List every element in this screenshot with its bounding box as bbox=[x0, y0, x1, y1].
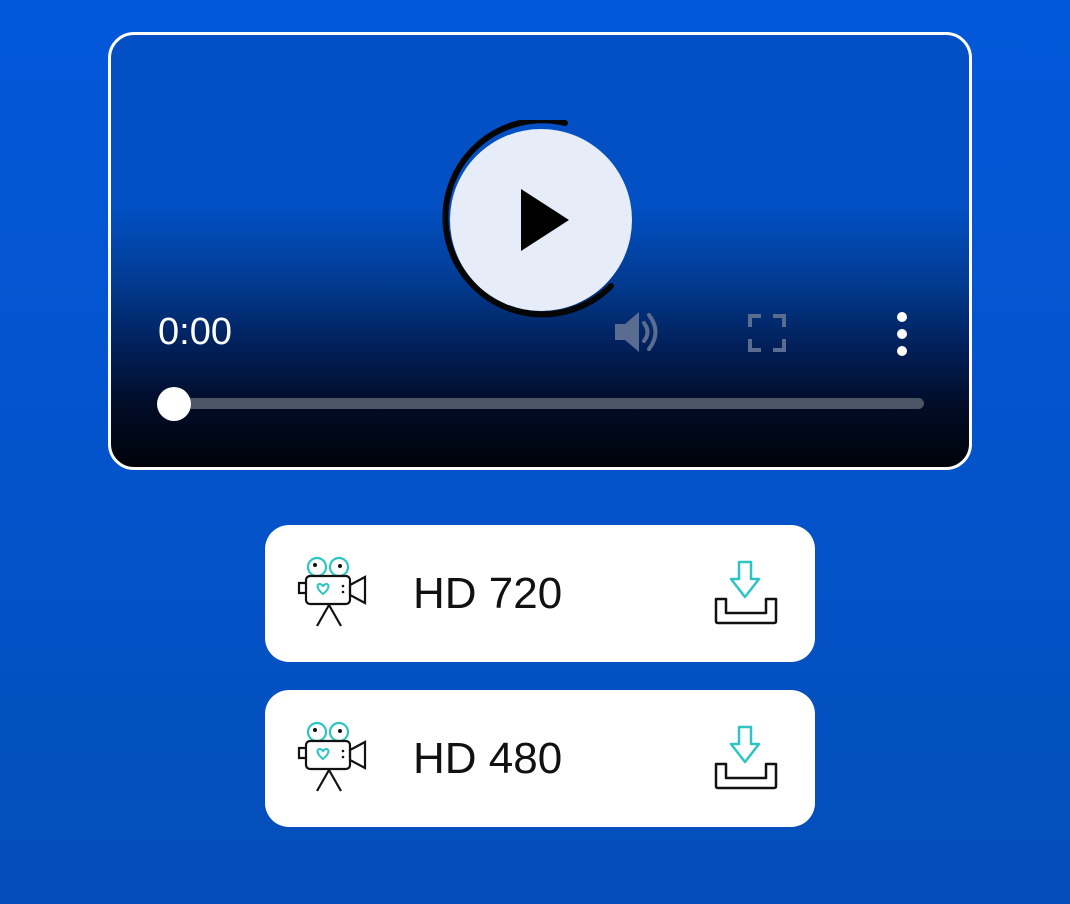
video-player[interactable]: 0:00 bbox=[108, 32, 972, 470]
video-camera-icon bbox=[295, 720, 371, 796]
play-icon bbox=[521, 189, 569, 251]
download-option-hd720[interactable]: HD 720 bbox=[265, 525, 815, 662]
quality-label: HD 720 bbox=[413, 569, 563, 618]
quality-label: HD 480 bbox=[413, 734, 563, 783]
video-camera-icon bbox=[295, 555, 371, 631]
download-icon[interactable] bbox=[713, 559, 781, 627]
seek-bar[interactable] bbox=[163, 398, 924, 409]
download-option-hd480[interactable]: HD 480 bbox=[265, 690, 815, 827]
volume-icon[interactable] bbox=[613, 309, 663, 355]
play-button[interactable] bbox=[450, 129, 632, 311]
fullscreen-icon[interactable] bbox=[747, 313, 787, 353]
more-vertical-icon[interactable] bbox=[891, 311, 913, 357]
download-icon[interactable] bbox=[713, 724, 781, 792]
current-time: 0:00 bbox=[158, 311, 232, 353]
seek-thumb[interactable] bbox=[157, 387, 191, 421]
